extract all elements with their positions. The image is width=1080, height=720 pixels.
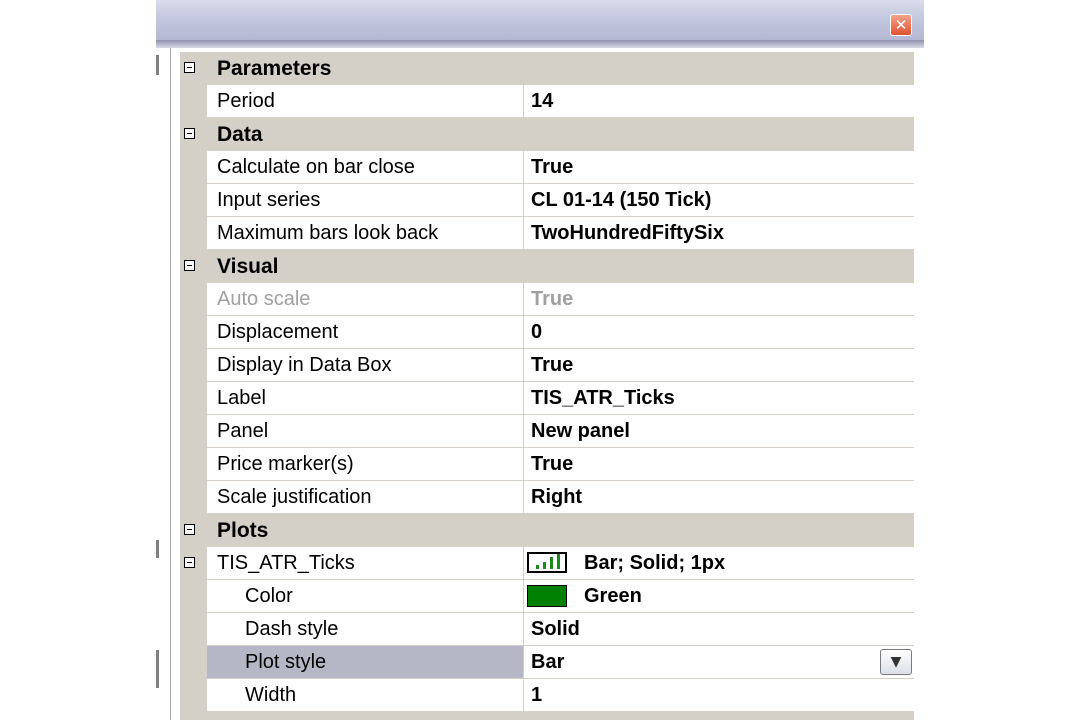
property-value[interactable]: Bar [531,646,564,678]
category-label: Data [217,123,263,146]
property-grid: Parameters Period 14 Data Calculate on b… [180,52,914,720]
property-value[interactable]: Green [584,580,642,612]
property-row-input-series[interactable]: Input series CL 01-14 (150 Tick) [180,184,914,217]
category-label: Visual [217,255,279,278]
collapse-icon[interactable] [184,260,195,271]
property-value[interactable]: True [531,151,573,183]
property-value[interactable]: 14 [531,85,553,117]
property-name: Panel [217,420,269,442]
bar-chart-icon [527,552,567,573]
property-value[interactable]: True [531,448,573,480]
collapse-icon[interactable] [184,62,195,73]
left-panel-mark [156,540,159,558]
property-row-displacement[interactable]: Displacement 0 [180,316,914,349]
property-value[interactable]: Right [531,481,582,513]
property-row-auto-scale: Auto scale True [180,283,914,316]
property-name: Auto scale [217,288,311,310]
title-bar-shadow [156,40,924,48]
property-name: Label [217,387,266,409]
property-name: Displacement [217,321,339,343]
property-name: Plot style [245,651,327,673]
property-row-width[interactable]: Width 1 [180,679,914,712]
property-value: True [531,288,574,310]
property-name: Input series [217,189,321,211]
color-swatch [527,585,567,607]
property-value[interactable]: 0 [531,316,542,348]
category-data[interactable]: Data [180,118,914,151]
property-value[interactable]: True [531,349,573,381]
left-panel-mark [156,650,159,688]
property-row-color[interactable]: Color Green [180,580,914,613]
category-label: Plots [217,519,269,542]
property-row-max-bars-look-back[interactable]: Maximum bars look back TwoHundredFiftySi… [180,217,914,250]
collapse-icon[interactable] [184,524,195,535]
property-row-display-in-data-box[interactable]: Display in Data Box True [180,349,914,382]
left-panel-mark [156,55,159,75]
category-label: Parameters [217,57,332,80]
property-name: Maximum bars look back [217,222,439,244]
property-value[interactable]: 1 [531,679,542,711]
collapse-icon[interactable] [184,128,195,139]
property-row-panel[interactable]: Panel New panel [180,415,914,448]
property-value[interactable]: Solid [531,613,580,645]
category-parameters[interactable]: Parameters [180,52,914,85]
chevron-down-icon[interactable]: ▼ [880,649,912,675]
category-visual[interactable]: Visual [180,250,914,283]
property-name: Period [217,90,275,112]
property-value[interactable]: New panel [531,415,630,447]
property-row-calculate-on-bar-close[interactable]: Calculate on bar close True [180,151,914,184]
property-value[interactable]: TIS_ATR_Ticks [531,382,675,414]
property-name: Price marker(s) [217,453,354,475]
property-row-label[interactable]: Label TIS_ATR_Ticks [180,382,914,415]
window-title-bar [156,0,924,41]
property-name: Dash style [245,618,339,640]
property-name: TIS_ATR_Ticks [217,552,355,574]
category-plots[interactable]: Plots [180,514,914,547]
property-name: Color [245,585,293,607]
close-button[interactable]: ✕ [890,14,912,36]
property-name: Display in Data Box [217,354,392,376]
property-row-dash-style[interactable]: Dash style Solid [180,613,914,646]
property-value[interactable]: CL 01-14 (150 Tick) [531,184,711,216]
collapse-icon[interactable] [184,557,195,568]
property-name: Scale justification [217,486,372,508]
property-row-price-markers[interactable]: Price marker(s) True [180,448,914,481]
property-value[interactable]: Bar; Solid; 1px [584,547,725,579]
left-panel-edge [156,48,171,720]
property-row-plot-tis-atr-ticks[interactable]: TIS_ATR_Ticks Bar; Solid; 1px [180,547,914,580]
property-row-plot-style[interactable]: Plot style Bar ▼ [180,646,914,679]
property-row-period[interactable]: Period 14 [180,85,914,118]
property-value[interactable]: TwoHundredFiftySix [531,217,724,249]
property-row-scale-justification[interactable]: Scale justification Right [180,481,914,514]
property-name: Width [245,684,297,706]
property-name: Calculate on bar close [217,156,415,178]
